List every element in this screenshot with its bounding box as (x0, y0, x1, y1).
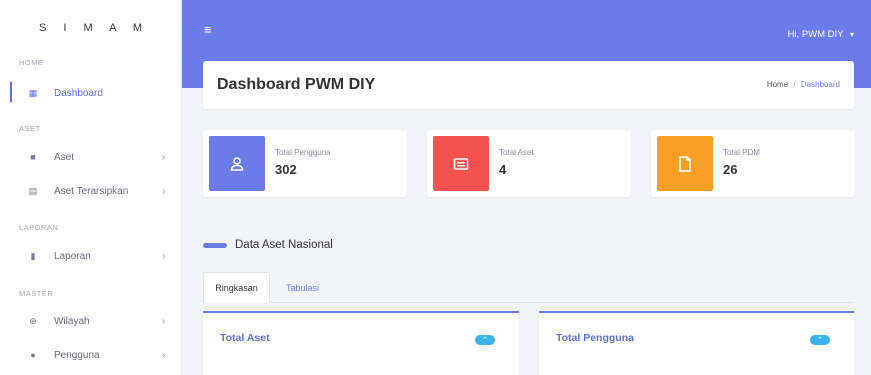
breadcrumb-home[interactable]: Home (767, 80, 788, 89)
breadcrumb-current: Dashboard (800, 80, 840, 89)
stat-label: Total PDM (723, 148, 760, 157)
stat-card-total-pengguna: Total Pengguna 302 (203, 130, 407, 197)
stat-value: 4 (499, 162, 507, 177)
panel-title: Total Aset (220, 332, 270, 344)
tab-tabulasi[interactable]: Tabulasi (275, 272, 330, 303)
user-greeting: Hi, PWM DIY (787, 29, 844, 40)
sidebar-item-label: Laporan (54, 250, 91, 262)
globe-icon: ⊕ (29, 315, 37, 326)
stat-label: Total Aset (499, 148, 534, 157)
user-icon (209, 136, 265, 191)
sidebar: S I M A M HOME ▦ Dashboard ASET ■ Aset ›… (0, 0, 182, 375)
stat-value: 26 (723, 162, 738, 177)
sidebar-item-label: Wilayah (54, 315, 90, 327)
chevron-right-icon: › (162, 349, 166, 361)
page-header: Dashboard PWM DIY Home / Dashboard (203, 61, 854, 109)
sidebar-item-label: Dashboard (54, 87, 103, 99)
panel-title: Total Pengguna (556, 332, 634, 344)
stat-value: 302 (275, 162, 297, 177)
section-label-laporan: LAPORAN (19, 223, 59, 232)
stat-card-total-pdm: Total PDM 26 (651, 130, 855, 197)
asset-card-icon (433, 136, 489, 191)
panel-total-aset: Total Aset ⌃ (203, 311, 519, 375)
sidebar-item-label: Aset Terarsipkan (54, 185, 129, 197)
document-icon (657, 136, 713, 191)
chevron-right-icon: › (162, 315, 166, 327)
chevron-right-icon: › (162, 250, 166, 262)
chevron-up-icon: ⌃ (817, 337, 823, 344)
sidebar-item-pengguna[interactable]: ● Pengguna › (10, 342, 182, 368)
chevron-right-icon: › (162, 185, 166, 197)
chevron-right-icon: › (162, 151, 166, 163)
user-menu[interactable]: Hi, PWM DIY ▾ (788, 29, 854, 40)
breadcrumb-separator: / (793, 80, 796, 89)
sidebar-item-wilayah[interactable]: ⊕ Wilayah › (10, 308, 182, 334)
section-title: Data Aset Nasional (235, 239, 333, 251)
chevron-down-icon: ▾ (849, 30, 854, 39)
collapse-button[interactable]: ⌃ (475, 335, 495, 345)
sidebar-item-aset[interactable]: ■ Aset › (10, 144, 182, 170)
sidebar-item-laporan[interactable]: ▮ Laporan › (10, 243, 182, 269)
section-title-accent (203, 243, 227, 248)
sidebar-item-aset-terarsipkan[interactable]: ▤ Aset Terarsipkan › (10, 178, 182, 204)
sidebar-item-label: Aset (54, 151, 75, 163)
folder-icon: ■ (30, 152, 36, 162)
file-icon: ▮ (30, 250, 36, 261)
stat-label: Total Pengguna (275, 148, 331, 157)
brand-logo: S I M A M (38, 22, 150, 34)
panel-total-pengguna: Total Pengguna ⌃ (539, 311, 854, 375)
tab-ringkasan[interactable]: Ringkasan (203, 272, 270, 303)
section-label-master: MASTER (19, 289, 54, 298)
section-label-aset: ASET (19, 124, 41, 133)
user-icon: ● (30, 350, 36, 360)
sidebar-item-label: Pengguna (54, 349, 100, 361)
section-label-home: HOME (19, 58, 44, 67)
collapse-button[interactable]: ⌃ (810, 335, 830, 345)
sidebar-item-dashboard[interactable]: ▦ Dashboard (10, 80, 182, 106)
archive-icon: ▤ (28, 185, 38, 196)
stat-card-total-aset: Total Aset 4 (427, 130, 631, 197)
menu-icon[interactable]: ≡ (204, 22, 212, 37)
page-title: Dashboard PWM DIY (217, 76, 376, 93)
chevron-up-icon: ⌃ (482, 337, 488, 344)
grid-icon: ▦ (28, 87, 38, 98)
breadcrumb: Home / Dashboard (767, 80, 840, 89)
